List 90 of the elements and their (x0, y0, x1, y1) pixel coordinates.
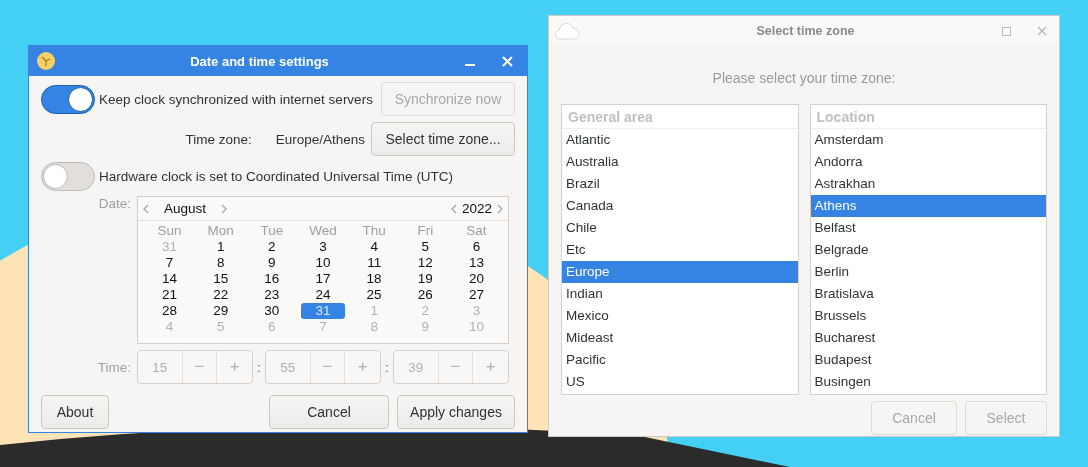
calendar-day[interactable]: 28 (148, 303, 192, 319)
cancel-button[interactable]: Cancel (269, 395, 389, 429)
previous-chevron-icon[interactable] (142, 203, 150, 214)
calendar-day[interactable]: 14 (148, 271, 192, 287)
weekday-label: Wed (308, 223, 338, 239)
about-button[interactable]: About (41, 395, 109, 429)
toggle-switch[interactable] (41, 84, 95, 114)
weekday-label: Fri (416, 223, 435, 239)
location-item[interactable]: Bucharest (810, 327, 1046, 349)
location-item[interactable]: Brussels (810, 305, 1046, 327)
calendar-day[interactable]: 18 (352, 271, 396, 287)
time-separator: : (256, 359, 262, 375)
location-item[interactable]: Amsterdam (810, 129, 1046, 151)
location-item[interactable]: Busingen (810, 371, 1046, 393)
weekday-label: Sun (156, 223, 183, 239)
calendar-day[interactable]: 21 (148, 287, 192, 303)
weekday-label: Sat (465, 223, 488, 239)
calendar-day[interactable]: 20 (454, 271, 498, 287)
calendar-day[interactable]: 3 (301, 239, 345, 255)
calendar-day[interactable]: 17 (301, 271, 345, 287)
calendar-day[interactable]: 5 (403, 239, 447, 255)
utc-label: Hardware clock is set to Coordinated Universal Time (UTC) (99, 168, 454, 184)
apply-button[interactable]: Apply changes (397, 395, 515, 429)
time-zone-value: Europe/Athens (275, 131, 365, 147)
month-label: August (163, 201, 207, 216)
calendar-day[interactable]: 26 (403, 287, 447, 303)
next-chevron-icon[interactable] (496, 203, 504, 214)
calendar-day[interactable]: 7 (148, 255, 192, 271)
area-item[interactable]: Indian (562, 283, 798, 305)
area-item[interactable]: Atlantic (562, 129, 798, 151)
time-separator: : (384, 359, 390, 375)
calendar-day[interactable]: 25 (352, 287, 396, 303)
column-header: Location (810, 105, 1046, 129)
window-title: Select time zone (755, 24, 856, 38)
calendar-day[interactable]: 16 (250, 271, 294, 287)
calendar-day[interactable]: 11 (352, 255, 396, 271)
area-item[interactable]: Pacific (562, 349, 798, 371)
calendar-day[interactable]: 29 (199, 303, 243, 319)
area-item[interactable]: Canada (562, 195, 798, 217)
calendar-day[interactable]: 6 (454, 239, 498, 255)
next-chevron-icon[interactable] (220, 203, 228, 214)
column-header: General area (562, 105, 798, 129)
location-item[interactable]: Andorra (810, 151, 1046, 173)
weekday-label: Thu (361, 223, 387, 239)
calendar-day[interactable]: 19 (403, 271, 447, 287)
calendar-day[interactable]: 1 (199, 239, 243, 255)
area-item[interactable]: Mexico (562, 305, 798, 327)
location-item[interactable]: Berlin (810, 261, 1046, 283)
maximize-icon[interactable] (1002, 26, 1011, 36)
sync-label: Keep clock synchronized with internet servers (99, 91, 373, 107)
toggle-switch[interactable] (41, 161, 95, 191)
time-label: Time: (96, 359, 132, 375)
area-item[interactable]: Australia (562, 151, 798, 173)
weekday-label: Mon (206, 223, 235, 239)
area-item[interactable]: Brazil (562, 173, 798, 195)
location-item[interactable]: Belgrade (810, 239, 1046, 261)
calendar-day[interactable]: 30 (250, 303, 294, 319)
location-item[interactable]: Bratislava (810, 283, 1046, 305)
calendar-day[interactable]: 10 (301, 255, 345, 271)
previous-chevron-icon[interactable] (449, 203, 458, 214)
close-icon[interactable] (1037, 26, 1047, 36)
calendar-day[interactable]: 23 (250, 287, 294, 303)
location-item[interactable]: Athens (810, 195, 1046, 217)
area-item[interactable]: Europe (562, 261, 798, 283)
time-zone-label: Time zone: (185, 131, 252, 147)
select-time-zone-button[interactable]: Select time zone... (371, 122, 515, 156)
calendar-day[interactable]: 22 (199, 287, 243, 303)
calendar-day[interactable]: 8 (199, 255, 243, 271)
calendar-day[interactable]: 13 (454, 255, 498, 271)
weekday-label: Tue (259, 223, 285, 239)
area-item[interactable]: Chile (562, 217, 798, 239)
year-label: 2022 (461, 201, 492, 216)
calendar-day[interactable]: 4 (352, 239, 396, 255)
date-label: Date: (97, 196, 132, 211)
window-title: Date and time settings (189, 53, 330, 69)
cloud-icon (555, 22, 579, 40)
area-item[interactable]: Mideast (562, 327, 798, 349)
area-item[interactable]: US (562, 371, 798, 393)
location-item[interactable]: Astrakhan (810, 173, 1046, 195)
calendar-day[interactable]: 2 (250, 239, 294, 255)
prompt-text: Please select your time zone: (711, 70, 897, 86)
location-item[interactable]: Budapest (810, 349, 1046, 371)
calendar-day[interactable]: 27 (454, 287, 498, 303)
area-item[interactable]: Etc (562, 239, 798, 261)
location-item[interactable]: Belfast (810, 217, 1046, 239)
calendar-day[interactable]: 15 (199, 271, 243, 287)
calendar-day[interactable]: 24 (301, 287, 345, 303)
clock-icon (37, 52, 55, 70)
calendar-day[interactable]: 12 (403, 255, 447, 271)
calendar-day[interactable]: 9 (250, 255, 294, 271)
